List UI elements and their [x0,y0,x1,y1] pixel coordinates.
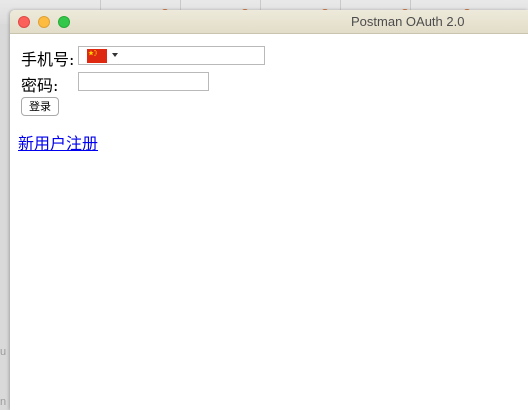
phone-number-field[interactable] [78,46,265,65]
password-label: 密码: [21,76,59,95]
title-bar[interactable]: Postman OAuth 2.0 [10,10,528,34]
login-form: 手机号: 密码: 登录 新用户注册 [10,35,528,410]
register-link[interactable]: 新用户注册 [18,130,98,154]
background-edge-text: u [0,346,7,358]
china-flag-icon[interactable] [87,49,107,63]
phone-label: 手机号: [21,50,75,69]
background-edge-text: n [0,396,7,408]
login-button[interactable]: 登录 [21,97,59,116]
window-title: Postman OAuth 2.0 [351,14,465,29]
minimize-window-button[interactable] [38,16,50,28]
oauth-window: Postman OAuth 2.0 手机号: 密码: 登录 新用户注册 [10,10,528,410]
maximize-window-button[interactable] [58,16,70,28]
country-dropdown-caret-icon[interactable] [112,53,118,57]
close-window-button[interactable] [18,16,30,28]
password-field[interactable] [78,72,209,91]
